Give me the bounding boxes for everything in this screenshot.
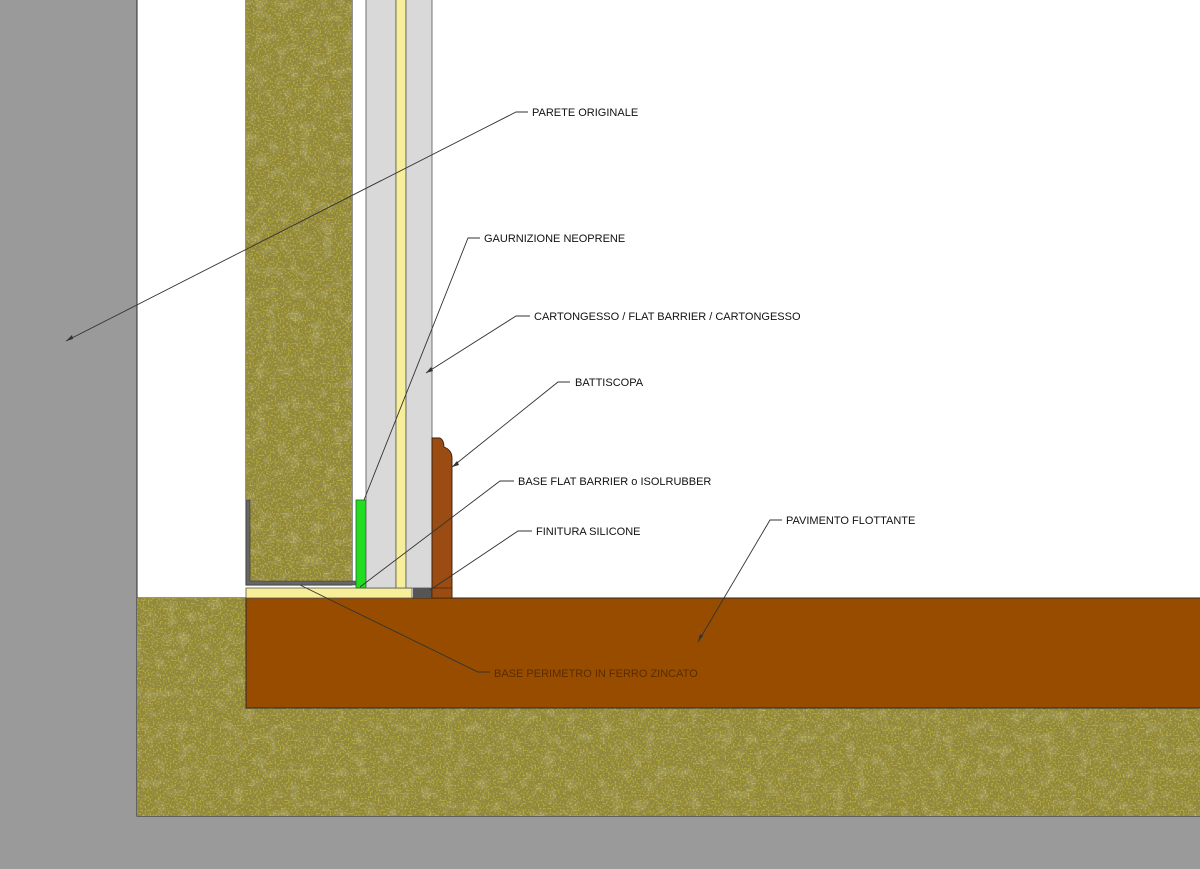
label-cartongesso: CARTONGESSO / FLAT BARRIER / CARTONGESSO <box>534 311 801 323</box>
skirting-board <box>431 437 453 599</box>
label-battiscopa: BATTISCOPA <box>575 377 644 389</box>
skirting-foot <box>431 587 453 599</box>
label-guarnizione-neoprene: GAURNIZIONE NEOPRENE <box>484 233 625 245</box>
plasterboard-assembly <box>365 0 433 589</box>
label-parete-originale: PARETE ORIGINALE <box>532 107 638 119</box>
floating-floor <box>245 597 1200 709</box>
original-wall <box>245 0 353 586</box>
label-finitura-silicone: FINITURA SILICONE <box>536 526 641 538</box>
neoprene-gasket <box>355 499 367 589</box>
silicone-finish <box>413 588 432 598</box>
label-pavimento-flottante: PAVIMENTO FLOTTANTE <box>786 515 915 527</box>
base-flat-barrier <box>245 587 413 599</box>
section-drawing: PARETE ORIGINALE GAURNIZIONE NEOPRENE CA… <box>65 0 1200 817</box>
label-base-flat-barrier: BASE FLAT BARRIER o ISOLRUBBER <box>518 476 711 488</box>
label-base-perimetro: BASE PERIMETRO IN FERRO ZINCATO <box>494 668 698 680</box>
